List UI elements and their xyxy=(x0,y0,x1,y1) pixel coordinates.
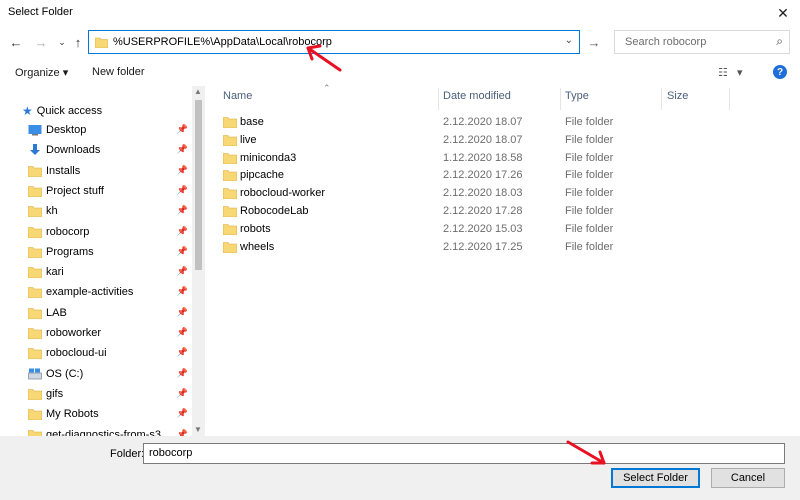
annotation-arrows xyxy=(306,44,606,465)
annotation-arrow xyxy=(306,44,342,72)
annotation-arrow xyxy=(566,440,606,465)
